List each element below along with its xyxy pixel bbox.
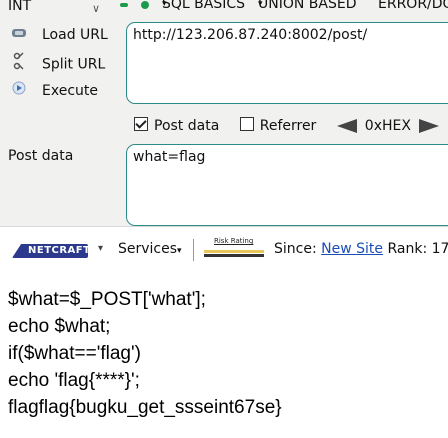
netcraft-toolbar: NETCRAFT ▾ Services▾ Risk Rating Since: … xyxy=(0,226,448,279)
load-url-button[interactable]: Load URL xyxy=(8,24,108,46)
output-line: $what=$_POST['what']; xyxy=(8,289,206,310)
hackbar-menu-bar: INT ∨ SQL BASICS ▾ UNION BASED ▾ ERROR/DO xyxy=(8,0,448,17)
output-line: echo 'flag{****}'; xyxy=(8,370,140,391)
rank-label: Rank: 171 xyxy=(387,241,448,257)
split-url-button[interactable]: Split URL xyxy=(8,52,105,74)
execute-label: Execute xyxy=(42,83,98,99)
risk-rating-label: Risk Rating xyxy=(214,237,254,245)
arrow-left-icon[interactable] xyxy=(336,119,357,133)
netcraft-logo[interactable]: NETCRAFT xyxy=(12,241,90,261)
output-line: if($what=='flag') xyxy=(8,343,141,364)
post-data-toggle[interactable]: Post data xyxy=(134,117,219,134)
risk-rating-bar xyxy=(204,250,264,253)
risk-rating-bar-base xyxy=(204,254,264,257)
split-url-icon xyxy=(8,52,30,77)
execute-button[interactable]: Execute xyxy=(8,80,98,102)
referrer-checkbox[interactable] xyxy=(239,117,254,131)
load-url-label: Load URL xyxy=(42,27,108,43)
referrer-toggle[interactable]: Referrer xyxy=(239,117,316,134)
page-output: $what=$_POST['what']; echo $what; if($wh… xyxy=(8,286,282,421)
chevron-down-icon[interactable]: ▾ xyxy=(98,243,103,254)
hex-encoder[interactable]: 0xHEX xyxy=(336,118,439,134)
execute-icon xyxy=(8,80,30,102)
toolbar-divider xyxy=(193,239,194,261)
hackbar-panel: INT ∨ SQL BASICS ▾ UNION BASED ▾ ERROR/DO … xyxy=(0,0,448,226)
netcraft-logo-text: NETCRAFT xyxy=(28,245,91,256)
options-row: Post data Referrer 0xHEX xyxy=(134,116,439,136)
output-line: flagflag{bugku_get_ssseint67se} xyxy=(8,397,282,418)
services-menu[interactable]: Services▾ xyxy=(118,241,182,257)
arrow-right-icon[interactable] xyxy=(418,119,439,133)
minus-icon[interactable] xyxy=(120,3,128,7)
post-data-checkbox[interactable] xyxy=(134,117,148,131)
type-select[interactable]: INT xyxy=(8,0,31,14)
post-data-input[interactable]: what=flag xyxy=(126,144,448,226)
load-url-icon xyxy=(8,24,30,46)
post-data-label: Post data xyxy=(8,148,74,164)
circle-icon[interactable] xyxy=(141,1,149,9)
risk-rating-indicator[interactable]: Risk Rating xyxy=(202,237,266,261)
new-site-link[interactable]: New Site xyxy=(321,241,383,257)
split-url-label: Split URL xyxy=(42,56,106,73)
output-line: echo $what; xyxy=(8,316,111,337)
site-info: Since: New Site Rank: 171 xyxy=(274,241,448,257)
url-input[interactable]: http://123.206.87.240:8002/post/ xyxy=(126,22,448,104)
chevron-down-icon[interactable]: ∨ xyxy=(92,1,100,17)
